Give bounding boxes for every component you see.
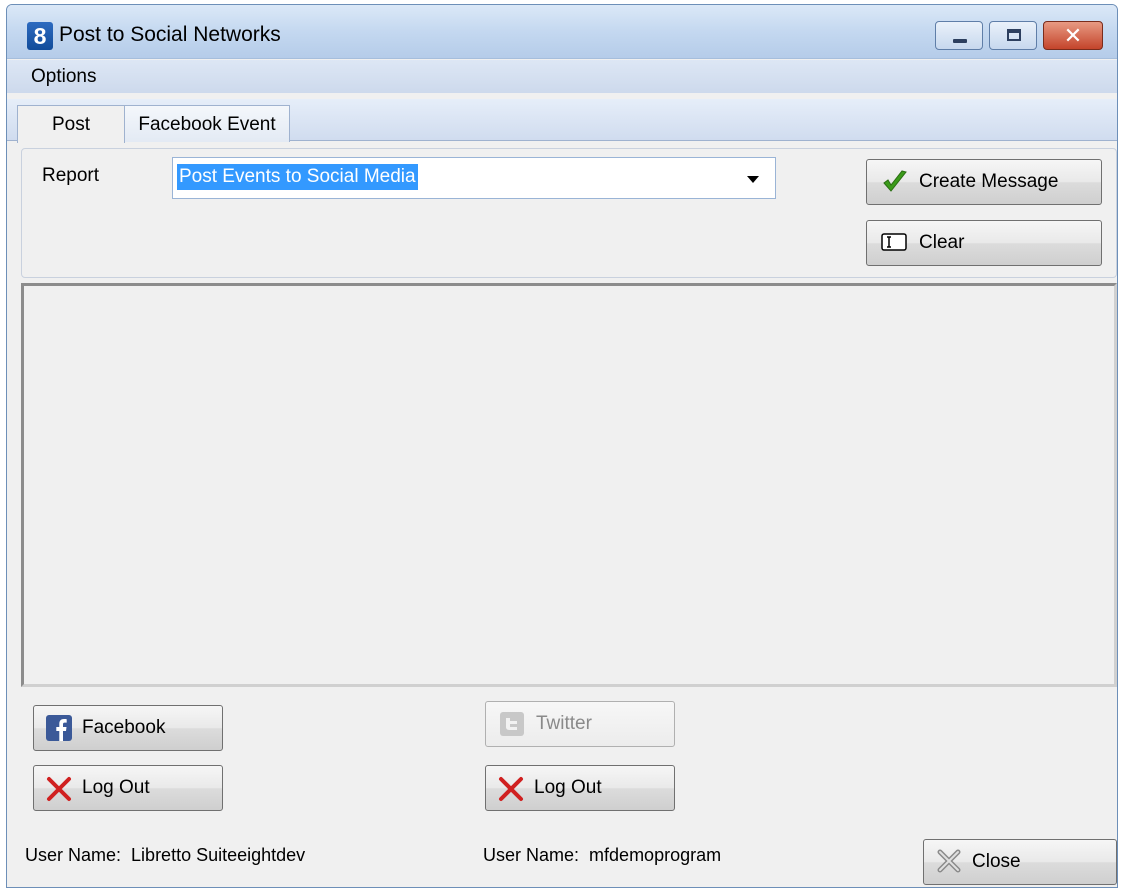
checkmark-icon [883,170,907,192]
close-button[interactable]: Close [923,839,1117,885]
twitter-logout-label: Log Out [534,777,602,798]
app-icon: 8 [27,22,53,50]
tab-post[interactable]: Post [17,105,125,143]
clear-field-icon [881,233,907,251]
title-bar[interactable]: 8 Post to Social Networks ✕ [7,5,1117,59]
facebook-label: Facebook [82,717,166,738]
close-icon [937,849,961,873]
report-selected-value: Post Events to Social Media [177,164,418,190]
twitter-icon [500,712,524,736]
window-close-button[interactable]: ✕ [1043,21,1103,50]
message-text-area[interactable] [21,283,1117,687]
twitter-user-name-label: User Name: [483,845,580,865]
facebook-user-name-value: Libretto Suiteeightdev [131,845,306,865]
menu-bar: Options [7,60,1117,93]
twitter-user-name: User Name: mfdemoprogram [483,845,721,866]
create-message-label: Create Message [919,171,1059,192]
facebook-icon [46,715,72,741]
report-label: Report [42,165,100,186]
close-x-icon: ✕ [1063,23,1083,48]
facebook-button[interactable]: Facebook [33,705,223,751]
report-select[interactable]: Post Events to Social Media [172,157,776,199]
twitter-user-name-value: mfdemoprogram [589,845,722,865]
create-message-button[interactable]: Create Message [866,159,1102,205]
menu-options[interactable]: Options [31,66,96,88]
facebook-logout-label: Log Out [82,777,150,798]
logout-x-icon [47,777,71,801]
facebook-logout-button[interactable]: Log Out [33,765,223,811]
facebook-user-name-label: User Name: [25,845,122,865]
logout-x-icon [499,777,523,801]
clear-button[interactable]: Clear [866,220,1102,266]
minimize-button[interactable] [935,21,983,50]
post-to-social-networks-window: 8 Post to Social Networks ✕ Options Post… [6,4,1118,888]
maximize-button[interactable] [989,21,1037,50]
tab-facebook-event[interactable]: Facebook Event [124,105,290,142]
twitter-label: Twitter [536,713,592,734]
report-panel: Report Post Events to Social Media Creat… [21,148,1117,278]
minimize-icon [953,39,967,43]
facebook-user-name: User Name: Libretto Suiteeightdev [25,845,305,866]
dropdown-arrow-icon[interactable] [747,176,759,183]
twitter-logout-button[interactable]: Log Out [485,765,675,811]
twitter-button[interactable]: Twitter [485,701,675,747]
window-title: Post to Social Networks [59,23,281,46]
close-label: Close [972,851,1021,872]
maximize-icon [1007,29,1021,41]
tab-strip: Post Facebook Event [7,99,1117,143]
bottom-panel: Facebook Twitter Log Out Log Out User Na… [21,687,1117,885]
clear-label: Clear [919,232,965,253]
